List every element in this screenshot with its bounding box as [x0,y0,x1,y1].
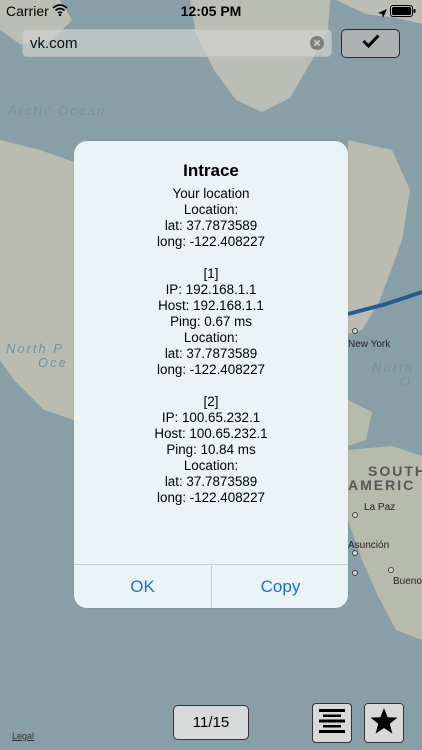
star-icon [369,707,399,740]
message-line: Location: [183,202,239,217]
message-line: Ping: 0.67 ms [170,314,252,329]
message-line: IP: 100.65.232.1 [161,410,261,425]
message-line: Ping: 10.84 ms [166,442,256,457]
message-line: [1] [203,266,219,281]
ok-button[interactable]: OK [74,565,211,608]
app-screen: Arctic Ocean North P Oce North O New Yor… [0,0,422,750]
message-line: Your location [172,186,250,201]
message-line: Location: [183,458,239,473]
message-line: long: -122.408227 [157,362,265,377]
alert-title: Intrace [183,161,239,180]
message-line: long: -122.408227 [157,234,265,249]
message-line: IP: 192.168.1.1 [165,282,257,297]
message-line: lat: 37.7873589 [164,346,258,361]
message-line: lat: 37.7873589 [164,218,258,233]
list-icon [318,708,346,739]
message-line: Host: 192.168.1.1 [158,298,264,313]
message-line: Location: [183,330,239,345]
legal-link[interactable]: Legal [12,731,34,741]
message-line: long: -122.408227 [157,490,265,505]
alert-message: Your location Location: lat: 37.7873589 lon… [74,186,348,506]
list-button[interactable] [312,703,352,743]
message-line: Host: 100.65.232.1 [154,426,268,441]
page-counter-button[interactable]: 11/15 [173,705,249,740]
favorites-button[interactable] [364,703,404,743]
copy-button[interactable]: Copy [212,565,348,608]
trace-alert-dialog: Intrace Your location Location: lat: 37.78… [74,141,348,608]
message-line: lat: 37.7873589 [164,474,258,489]
message-line: [2] [203,394,219,409]
